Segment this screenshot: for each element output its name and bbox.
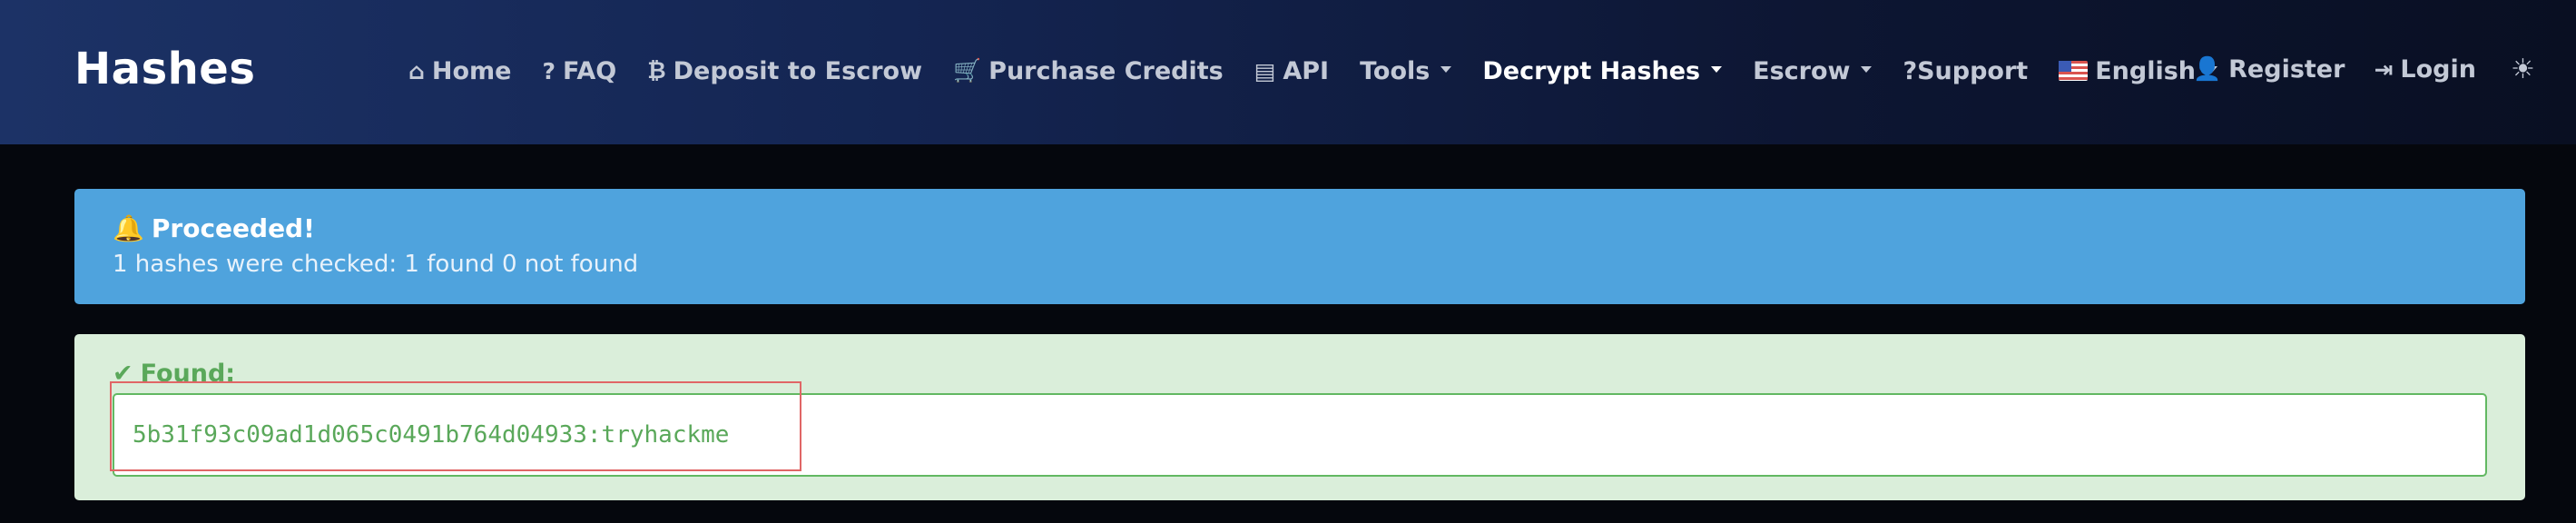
nav-support[interactable]: ?Support [1903,57,2028,85]
alert-title: 🔔 Proceeded! [113,213,315,243]
api-icon: ▤ [1254,57,1276,84]
highlight-box [110,381,801,471]
result-alert: 🔔 Proceeded! 1 hashes were checked: 1 fo… [74,189,2525,304]
nav-api-label: API [1283,56,1330,85]
nav-tools-dropdown[interactable]: Tools [1360,56,1452,85]
nav-api[interactable]: ▤ API [1254,57,1329,85]
home-icon: ⌂ [408,57,425,84]
nav-register[interactable]: 👤 Register [2193,55,2345,84]
nav-purchase-credits[interactable]: 🛒 Purchase Credits [953,57,1224,85]
question-icon: ? [542,57,556,84]
bitcoin-icon: ₿ [647,57,666,84]
brand-logo[interactable]: Hashes [74,44,255,94]
nav-faq-label: FAQ [563,56,617,85]
top-navbar: Hashes ⌂ Home ? FAQ ₿ Deposit to Escrow … [0,0,2576,144]
nav-decrypt-hashes-dropdown[interactable]: Decrypt Hashes [1482,56,1723,85]
cart-icon: 🛒 [953,57,982,84]
main-nav: ⌂ Home ? FAQ ₿ Deposit to Escrow 🛒 Purch… [408,53,2218,89]
nav-escrow-label: Escrow [1753,56,1851,85]
sun-icon[interactable]: ☀ [2511,54,2535,85]
nav-login[interactable]: ⇥ Login [2374,55,2476,84]
bell-icon: 🔔 [113,213,144,243]
nav-deposit-escrow[interactable]: ₿ Deposit to Escrow [647,57,922,85]
nav-escrow-dropdown[interactable]: Escrow [1753,56,1873,85]
nav-support-label: ?Support [1903,56,2029,85]
caret-down-icon [1861,65,1873,73]
user-plus-icon: 👤 [2193,55,2222,82]
nav-faq[interactable]: ? FAQ [543,57,617,85]
nav-home[interactable]: ⌂ Home [408,57,512,85]
nav-register-label: Register [2228,54,2345,84]
caret-down-icon [1711,65,1723,73]
us-flag-icon [2059,61,2089,81]
nav-purchase-label: Purchase Credits [988,56,1224,85]
sign-in-icon: ⇥ [2374,55,2394,83]
alert-title-text: Proceeded! [151,213,315,243]
nav-tools-label: Tools [1360,56,1431,85]
alert-message: 1 hashes were checked: 1 found 0 not fou… [113,251,639,278]
nav-deposit-label: Deposit to Escrow [673,56,923,85]
nav-decrypt-label: Decrypt Hashes [1482,56,1701,85]
nav-login-label: Login [2400,54,2476,84]
nav-language-label: English [2095,56,2197,85]
caret-down-icon [1440,65,1452,73]
account-nav: 👤 Register ⇥ Login ☀ [2193,51,2535,87]
nav-home-label: Home [431,56,512,85]
